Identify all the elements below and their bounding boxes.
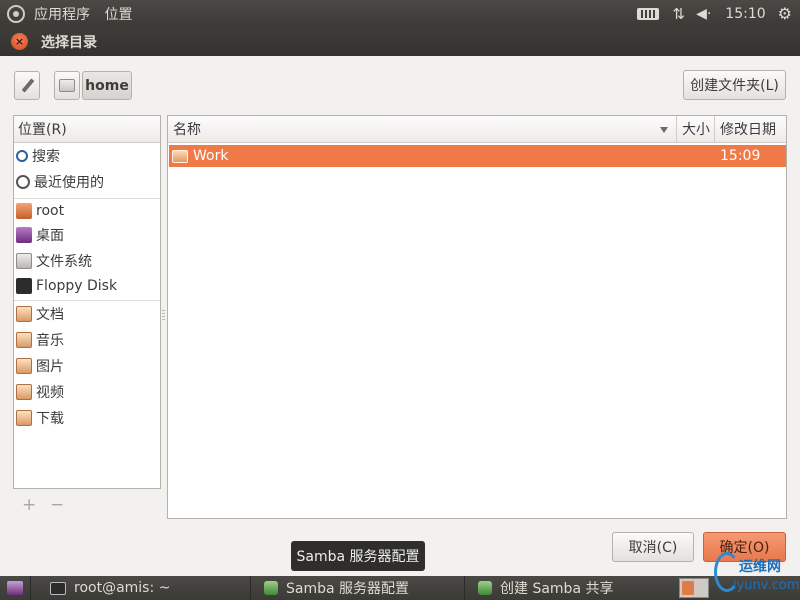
show-desktop-icon[interactable]: [7, 581, 23, 595]
menu-places[interactable]: 位置: [104, 7, 132, 23]
place-label: 视频: [36, 385, 64, 401]
workspace-switcher[interactable]: [679, 578, 709, 598]
taskbar-separator: [464, 576, 465, 600]
downloads-folder-icon: [16, 410, 32, 426]
place-label: 桌面: [36, 228, 64, 244]
sort-down-icon: [660, 127, 668, 133]
column-header-size[interactable]: 大小: [677, 116, 715, 143]
place-label: Floppy Disk: [36, 278, 118, 294]
dialog-titlebar: × 选择目录: [0, 27, 800, 56]
place-item-videos[interactable]: 视频: [16, 381, 64, 403]
samba-icon: [478, 581, 492, 595]
type-location-button[interactable]: [14, 71, 40, 100]
place-item-pictures[interactable]: 图片: [16, 355, 64, 377]
place-label: 图片: [36, 359, 64, 375]
watermark-text: 运维网: [739, 559, 781, 575]
place-label: 文件系统: [36, 254, 92, 270]
close-icon[interactable]: ×: [11, 33, 28, 50]
keyboard-icon[interactable]: [636, 7, 659, 20]
column-modified-label: 修改日期: [720, 122, 776, 138]
dialog-title: 选择目录: [41, 34, 97, 51]
place-label: 最近使用的: [34, 175, 104, 191]
add-bookmark-button[interactable]: +: [22, 495, 36, 515]
place-item-search[interactable]: 搜索: [16, 145, 60, 167]
places-sidebar: 位置(R) 搜索 最近使用的 root 桌面 文件系统 Floppy Disk …: [13, 115, 161, 489]
top-panel: 应用程序 位置 ⇅ ◀· 15:10 ⚙: [0, 0, 800, 27]
file-name-cell: Work: [172, 145, 228, 167]
column-size-label: 大小: [682, 122, 710, 138]
volume-icon[interactable]: ◀·: [696, 6, 711, 22]
place-label: 下载: [36, 411, 64, 427]
videos-folder-icon: [16, 384, 32, 400]
place-label: 文档: [36, 307, 64, 323]
music-folder-icon: [16, 332, 32, 348]
file-list: 名称 大小 修改日期 Work 15:09: [167, 115, 787, 519]
documents-folder-icon: [16, 306, 32, 322]
place-item-music[interactable]: 音乐: [16, 329, 64, 351]
cancel-button[interactable]: 取消(C): [612, 532, 694, 562]
column-header-name[interactable]: 名称: [168, 116, 677, 143]
column-name-label: 名称: [173, 122, 201, 138]
watermark: 运维网 iyunv.com: [712, 548, 800, 600]
menu-applications[interactable]: 应用程序: [34, 7, 90, 23]
ubuntu-logo-icon[interactable]: [7, 4, 25, 23]
desktop-icon: [16, 227, 32, 243]
path-root-button[interactable]: [54, 71, 80, 100]
drive-icon: [59, 79, 75, 92]
places-separator: [14, 198, 160, 199]
floppy-icon: [16, 278, 32, 294]
pane-resize-handle[interactable]: [162, 310, 165, 322]
task-create-share[interactable]: 创建 Samba 共享: [478, 576, 613, 600]
place-label: 搜索: [32, 149, 60, 165]
places-header[interactable]: 位置(R): [14, 116, 160, 143]
remove-bookmark-button[interactable]: −: [50, 495, 64, 515]
search-icon: [16, 150, 28, 162]
place-item-recent[interactable]: 最近使用的: [16, 171, 104, 193]
recent-icon: [16, 175, 30, 189]
gear-icon[interactable]: ⚙: [778, 4, 792, 23]
top-menu: 应用程序 位置: [34, 4, 142, 24]
folder-icon: [172, 149, 188, 163]
column-header-modified[interactable]: 修改日期: [715, 116, 786, 143]
taskbar-separator: [250, 576, 251, 600]
file-modified: 15:09: [720, 148, 761, 164]
places-separator: [14, 300, 160, 301]
samba-icon: [264, 581, 278, 595]
taskbar-separator: [30, 576, 31, 600]
taskbar-tooltip: Samba 服务器配置: [291, 541, 425, 571]
pencil-icon: [20, 79, 34, 93]
place-item-root[interactable]: root: [16, 200, 64, 222]
path-home-button[interactable]: home: [82, 71, 132, 100]
clock[interactable]: 15:10: [725, 6, 765, 22]
pictures-folder-icon: [16, 358, 32, 374]
indicator-area: ⇅ ◀· 15:10 ⚙: [636, 0, 800, 27]
task-label: Samba 服务器配置: [286, 581, 410, 597]
bottom-taskbar: root@amis: ~ Samba 服务器配置 创建 Samba 共享: [0, 576, 800, 600]
place-label: 音乐: [36, 333, 64, 349]
place-item-downloads[interactable]: 下载: [16, 407, 64, 429]
place-item-desktop[interactable]: 桌面: [16, 224, 64, 246]
task-label: root@amis: ~: [74, 580, 171, 596]
place-label: root: [36, 203, 65, 219]
home-folder-icon: [16, 203, 32, 219]
place-item-filesystem[interactable]: 文件系统: [16, 250, 92, 272]
task-terminal[interactable]: root@amis: ~: [50, 576, 170, 600]
terminal-icon: [50, 581, 66, 595]
create-folder-button[interactable]: 创建文件夹(L): [683, 70, 786, 100]
file-name: Work: [193, 148, 229, 164]
place-item-floppy[interactable]: Floppy Disk: [16, 275, 117, 297]
watermark-url: iyunv.com: [733, 578, 800, 593]
task-samba-config[interactable]: Samba 服务器配置: [264, 576, 409, 600]
file-row[interactable]: Work 15:09: [169, 145, 786, 167]
network-icon[interactable]: ⇅: [673, 5, 685, 23]
place-item-documents[interactable]: 文档: [16, 303, 64, 325]
filesystem-icon: [16, 253, 32, 269]
task-label: 创建 Samba 共享: [500, 581, 614, 597]
